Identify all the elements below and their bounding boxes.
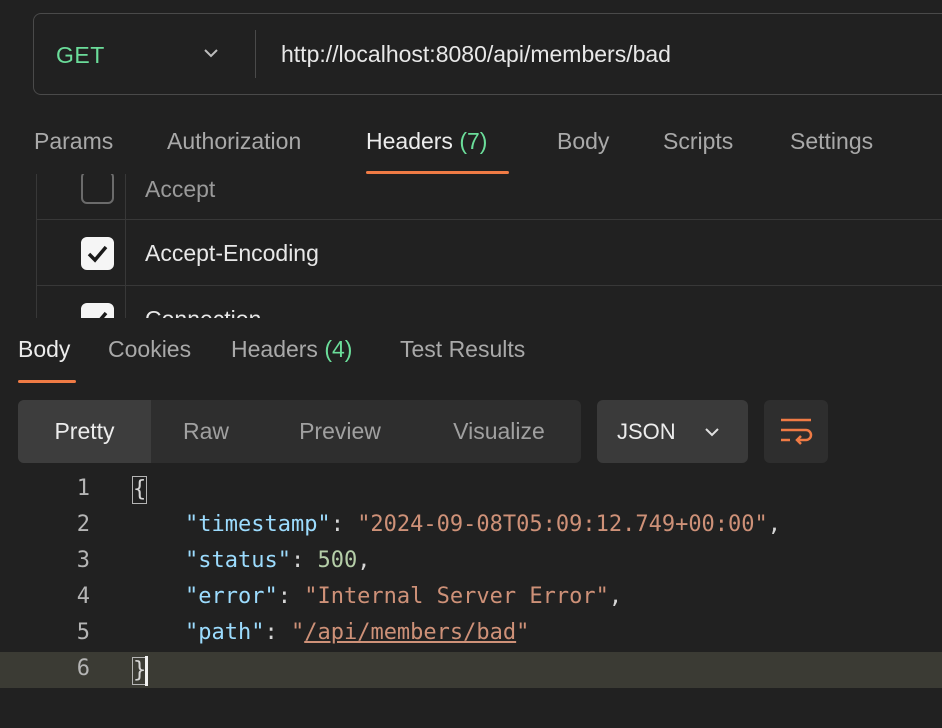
wrap-lines-button[interactable] (764, 400, 828, 463)
check-icon (99, 311, 108, 318)
json-link-value[interactable]: /api/members/bad (304, 620, 516, 645)
code-line: 5 "path": "/api/members/bad" (0, 616, 942, 652)
tab-response-headers[interactable]: Headers (4) (231, 336, 352, 363)
json-key: "path" (184, 620, 265, 645)
tab-response-headers-count: (4) (324, 336, 353, 362)
line-number: 2 (76, 512, 90, 537)
json-key: "timestamp" (184, 512, 331, 537)
tab-response-body[interactable]: Body (18, 336, 70, 363)
divider (255, 30, 256, 78)
line-number: 4 (76, 584, 90, 609)
code-line: 1 { (0, 472, 942, 508)
tab-authorization[interactable]: Authorization (167, 128, 301, 155)
chevron-down-icon[interactable] (202, 44, 220, 62)
line-number: 5 (76, 620, 90, 645)
request-tabs: Params Authorization Headers (7) Body Sc… (0, 112, 942, 174)
line-number: 6 (76, 656, 90, 681)
json-brace: { (132, 476, 148, 504)
json-key: "error" (184, 584, 278, 609)
tab-scripts[interactable]: Scripts (663, 128, 733, 155)
response-tabs: Body Cookies Headers (4) Test Results (0, 318, 942, 384)
request-url-bar: GET http://localhost:8080/api/members/ba… (33, 13, 942, 95)
code-line: 2 "timestamp": "2024-09-08T05:09:12.749+… (0, 508, 942, 544)
header-checkbox-connection[interactable] (81, 303, 114, 318)
json-value: "2024-09-08T05:09:12.749+00:00" (357, 512, 768, 537)
view-mode-group: Pretty Raw Preview Visualize (18, 400, 581, 463)
active-tab-indicator (18, 380, 76, 383)
json-value: 500 (317, 548, 358, 573)
view-raw-button[interactable]: Raw (151, 400, 261, 463)
tab-headers[interactable]: Headers (7) (366, 128, 487, 155)
tab-headers-count: (7) (459, 128, 488, 154)
tab-test-results[interactable]: Test Results (400, 336, 525, 363)
header-checkbox-accept[interactable] (81, 174, 114, 204)
header-key[interactable]: Connection (145, 306, 261, 318)
table-row: Connection (36, 286, 942, 318)
header-key[interactable]: Accept-Encoding (145, 240, 319, 267)
view-visualize-button[interactable]: Visualize (419, 400, 579, 463)
view-preview-button[interactable]: Preview (261, 400, 419, 463)
line-number: 3 (76, 548, 90, 573)
code-line-current: 6 } (0, 652, 942, 688)
chevron-down-icon (705, 428, 719, 437)
response-body-editor[interactable]: 1 { 2 "timestamp": "2024-09-08T05:09:12.… (0, 472, 942, 702)
table-row: Accept-Encoding (36, 220, 942, 286)
json-key: "status" (184, 548, 291, 573)
line-number: 1 (76, 476, 90, 501)
headers-table: Accept Accept-Encoding Connection (0, 174, 942, 318)
text-cursor (145, 656, 149, 686)
table-row: Accept (36, 174, 942, 220)
tab-settings[interactable]: Settings (790, 128, 873, 155)
response-pane: Body Cookies Headers (4) Test Results Pr… (0, 318, 942, 728)
method-select[interactable]: GET (56, 42, 105, 69)
tab-headers-label: Headers (366, 128, 453, 154)
check-icon (87, 245, 108, 263)
url-input[interactable]: http://localhost:8080/api/members/bad (281, 41, 671, 68)
header-key[interactable]: Accept (145, 176, 215, 203)
code-line: 4 "error": "Internal Server Error", (0, 580, 942, 616)
format-select[interactable]: JSON (597, 400, 748, 463)
tab-body[interactable]: Body (557, 128, 609, 155)
header-checkbox-accept-encoding[interactable] (81, 237, 114, 270)
json-value: "Internal Server Error" (304, 584, 609, 609)
tab-cookies[interactable]: Cookies (108, 336, 191, 363)
view-pretty-button[interactable]: Pretty (18, 400, 151, 463)
code-line: 3 "status": 500, (0, 544, 942, 580)
tab-params[interactable]: Params (34, 128, 113, 155)
format-label: JSON (617, 419, 676, 444)
tab-response-headers-label: Headers (231, 336, 318, 362)
wrap-lines-icon (781, 418, 813, 445)
